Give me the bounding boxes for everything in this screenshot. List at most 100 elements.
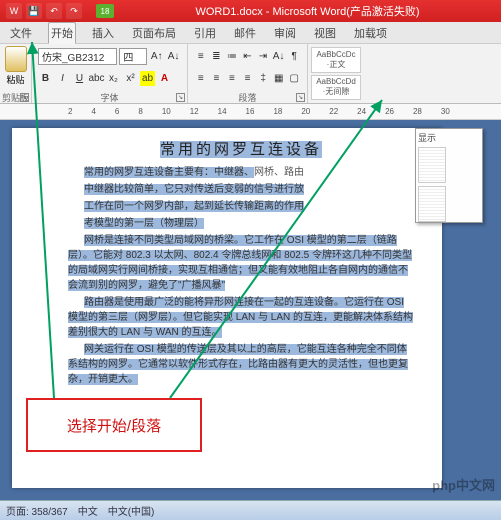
- style-preview: AaBbCcDd: [316, 77, 356, 86]
- superscript-icon[interactable]: x²: [123, 71, 138, 86]
- numbering-icon[interactable]: ≣: [210, 49, 224, 64]
- navigation-pane[interactable]: 显示: [415, 128, 483, 223]
- sort-icon[interactable]: A↓: [272, 49, 286, 64]
- ruler-tick: 26: [385, 107, 394, 116]
- style-name: ·无间隙: [323, 86, 350, 97]
- font-name-combo[interactable]: 仿宋_GB2312: [38, 48, 117, 65]
- page-indicator[interactable]: 页面: 358/367: [6, 503, 68, 518]
- tab-addins[interactable]: 加载项: [352, 23, 389, 43]
- watermark: php中文网: [432, 475, 495, 494]
- ruler-tick: 28: [413, 107, 422, 116]
- clipboard-launcher[interactable]: ↘: [20, 93, 29, 102]
- indent-dec-icon[interactable]: ⇤: [241, 49, 255, 64]
- showmarks-icon[interactable]: ¶: [287, 49, 301, 64]
- status-bar: 页面: 358/367 中文 中文(中国): [0, 500, 501, 520]
- language-indicator[interactable]: 中文(中国): [108, 503, 155, 518]
- thumbnail-icon[interactable]: [418, 147, 446, 183]
- paragraph[interactable]: 路由器是使用最广泛的能将异形网连接在一起的互连设备。它运行在 OSI 模型的第三…: [68, 295, 414, 340]
- paragraph[interactable]: 网桥是连接不同类型局域网的桥梁。它工作在 OSI 模型的第二层（链路层）。它能对…: [68, 233, 414, 293]
- justify-icon[interactable]: ≡: [241, 71, 255, 86]
- group-clipboard: 粘贴 剪贴板 ↘: [0, 44, 32, 103]
- redo-icon[interactable]: ↷: [66, 3, 82, 19]
- paragraph-label: 段落: [188, 91, 307, 103]
- font-launcher[interactable]: ↘: [176, 93, 185, 102]
- highlight-icon[interactable]: ab: [140, 71, 155, 86]
- paragraph[interactable]: 工作在同一个网罗内部，起到延长传输距离的作用: [68, 199, 414, 214]
- word-icon[interactable]: W: [6, 3, 22, 19]
- paragraph[interactable]: 中继器比较简单，它只对传送后变弱的信号进行放: [68, 182, 414, 197]
- heading-text: 常用的网罗互连: [160, 141, 286, 158]
- style-preview: AaBbCcDc: [316, 50, 355, 59]
- text-run: 考模型的第一层（物理层）: [84, 218, 204, 229]
- tab-insert[interactable]: 插入: [90, 23, 116, 43]
- bold-icon[interactable]: B: [38, 71, 53, 86]
- ruler-tick: 14: [218, 107, 227, 116]
- multilevel-icon[interactable]: ≔: [225, 49, 239, 64]
- callout-text: 选择开始/段落: [67, 415, 161, 436]
- ruler-tick: 20: [301, 107, 310, 116]
- group-styles: AaBbCcDc ·正文 AaBbCcDd ·无间隙: [308, 44, 501, 103]
- line-spacing-icon[interactable]: ‡: [256, 71, 270, 86]
- heading-text: 设备: [286, 141, 322, 158]
- align-center-icon[interactable]: ≡: [210, 71, 224, 86]
- italic-icon[interactable]: I: [55, 71, 70, 86]
- tab-review[interactable]: 审阅: [272, 23, 298, 43]
- pane-title: 显示: [418, 131, 480, 144]
- ribbon-tabs: 文件 开始 插入 页面布局 引用 邮件 审阅 视图 加载项: [0, 22, 501, 44]
- thumbnail-icon[interactable]: [418, 186, 446, 222]
- tab-mailings[interactable]: 邮件: [232, 23, 258, 43]
- text-run: 网桥、路由: [254, 167, 304, 178]
- borders-icon[interactable]: ▢: [287, 71, 301, 86]
- ruler-tick: 8: [138, 107, 142, 116]
- horizontal-ruler[interactable]: 2 4 6 8 10 12 14 16 18 20 22 24 26 28 30: [0, 104, 501, 120]
- paragraph[interactable]: 考模型的第一层（物理层）: [68, 216, 414, 231]
- paragraph[interactable]: 常用的网罗互连设备主要有：中继器、网桥、路由: [68, 165, 414, 180]
- tab-file[interactable]: 文件: [8, 23, 34, 43]
- annotation-callout: 选择开始/段落: [26, 398, 202, 452]
- ruler-tick: 12: [190, 107, 199, 116]
- text-run: 常用的网罗互连设备主要有：中继器、: [84, 167, 254, 178]
- paragraph-launcher[interactable]: ↘: [296, 93, 305, 102]
- window-titlebar: W 💾 ↶ ↷ 18 WORD1.docx - Microsoft Word(产…: [0, 0, 501, 22]
- ruler-tick: 10: [162, 107, 171, 116]
- tab-layout[interactable]: 页面布局: [130, 23, 178, 43]
- document-heading[interactable]: 常用的网罗互连设备: [68, 138, 414, 159]
- text-run: 工作在同一个网罗内部，起到延长传输距离的作用: [84, 201, 304, 212]
- indent-inc-icon[interactable]: ⇥: [256, 49, 270, 64]
- paste-icon[interactable]: [5, 46, 27, 72]
- paragraph[interactable]: 网关运行在 OSI 模型的传送层及其以上的高层，它能互连各种完全不同体系结构的网…: [68, 342, 414, 387]
- paste-label: 粘贴: [6, 73, 24, 86]
- ruler-tick: 24: [357, 107, 366, 116]
- align-right-icon[interactable]: ≡: [225, 71, 239, 86]
- font-size-combo[interactable]: 四: [119, 48, 147, 65]
- quick-access-toolbar: W 💾 ↶ ↷: [0, 3, 88, 19]
- align-left-icon[interactable]: ≡: [194, 71, 208, 86]
- shrink-font-icon[interactable]: A↓: [166, 49, 181, 64]
- ruler-tick: 6: [115, 107, 119, 116]
- save-icon[interactable]: 💾: [26, 3, 42, 19]
- notification-badge[interactable]: 18: [96, 4, 114, 18]
- group-paragraph: ≡ ≣ ≔ ⇤ ⇥ A↓ ¶ ≡ ≡ ≡ ≡ ‡ ▦ ▢ 段落 ↘: [188, 44, 308, 103]
- style-name: ·正文: [327, 59, 346, 70]
- wordcount-indicator[interactable]: 中文: [78, 503, 98, 518]
- subscript-icon[interactable]: x₂: [106, 71, 121, 86]
- ruler-tick: 16: [246, 107, 255, 116]
- tab-view[interactable]: 视图: [312, 23, 338, 43]
- bullets-icon[interactable]: ≡: [194, 49, 208, 64]
- ruler-tick: 4: [91, 107, 95, 116]
- font-label: 字体: [32, 91, 187, 103]
- strike-icon[interactable]: abc: [89, 71, 104, 86]
- undo-icon[interactable]: ↶: [46, 3, 62, 19]
- style-nospacing[interactable]: AaBbCcDd ·无间隙: [311, 75, 361, 101]
- tab-home[interactable]: 开始: [48, 22, 76, 44]
- style-normal[interactable]: AaBbCcDc ·正文: [311, 47, 361, 73]
- ruler-tick: 30: [441, 107, 450, 116]
- tab-references[interactable]: 引用: [192, 23, 218, 43]
- ruler-tick: 18: [273, 107, 282, 116]
- ribbon-body: 粘贴 剪贴板 ↘ 仿宋_GB2312 四 A↑ A↓ B I U abc x₂ …: [0, 44, 501, 104]
- shading-icon[interactable]: ▦: [272, 71, 286, 86]
- grow-font-icon[interactable]: A↑: [149, 49, 164, 64]
- font-color-icon[interactable]: A: [157, 71, 172, 86]
- window-title: WORD1.docx - Microsoft Word(产品激活失败): [114, 3, 501, 19]
- underline-icon[interactable]: U: [72, 71, 87, 86]
